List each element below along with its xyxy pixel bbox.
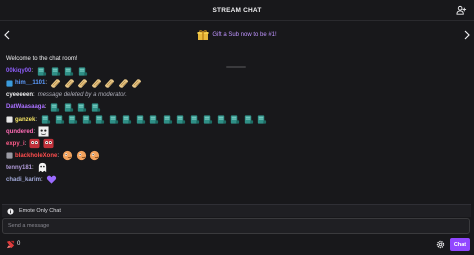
deleted-message-text: message deleted by a moderator. bbox=[37, 92, 127, 99]
chat-message: him__1101: bbox=[6, 77, 468, 89]
emote-only-text: Emote Only Chat bbox=[19, 208, 61, 214]
chat-title: STREAM CHAT bbox=[212, 6, 262, 14]
scroll-emote-icon[interactable] bbox=[49, 102, 60, 113]
chat-username[interactable]: DatWaasaaga bbox=[6, 104, 45, 110]
scroll-emote-icon[interactable] bbox=[162, 114, 173, 125]
scroll-emote-icon[interactable] bbox=[40, 114, 51, 125]
chat-username[interactable]: 00kiqy00 bbox=[6, 68, 31, 74]
ghost-emote-icon[interactable] bbox=[37, 162, 48, 173]
scroll-emote-icon[interactable] bbox=[63, 102, 74, 113]
scroll-emote-icon[interactable] bbox=[243, 114, 254, 125]
chat-username[interactable]: him__1101 bbox=[15, 80, 45, 86]
username-separator: : bbox=[32, 164, 34, 171]
bits-icon[interactable] bbox=[6, 240, 15, 249]
scroll-emote-icon[interactable] bbox=[148, 114, 159, 125]
chat-message: ganzek: bbox=[6, 113, 468, 125]
chat-message: 00kiqy00: bbox=[6, 65, 468, 77]
chat-header: STREAM CHAT bbox=[0, 0, 474, 21]
bread-emote-icon[interactable] bbox=[50, 78, 61, 89]
scroll-emote-icon[interactable] bbox=[135, 114, 146, 125]
bread-emote-icon[interactable] bbox=[64, 78, 75, 89]
username-separator: : bbox=[31, 68, 34, 75]
bread-emote-icon[interactable] bbox=[91, 78, 102, 89]
username-separator: : bbox=[57, 152, 60, 159]
scroll-emote-icon[interactable] bbox=[50, 66, 61, 77]
users-icon[interactable] bbox=[456, 5, 467, 16]
scroll-emote-icon[interactable] bbox=[121, 114, 132, 125]
blue-badge-icon[interactable] bbox=[6, 80, 13, 87]
chat-input-container[interactable] bbox=[2, 218, 470, 234]
username-separator: : bbox=[44, 104, 47, 111]
username-separator: : bbox=[45, 80, 48, 87]
gift-icon bbox=[197, 29, 209, 40]
chat-username[interactable]: tenny181 bbox=[6, 165, 32, 171]
username-separator: : bbox=[41, 176, 43, 183]
welcome-text: Welcome to the chat room! bbox=[6, 56, 78, 63]
chat-username[interactable]: expy_i bbox=[6, 141, 25, 147]
peek-emote-icon[interactable] bbox=[89, 150, 100, 161]
bread-emote-icon[interactable] bbox=[77, 78, 88, 89]
scroll-emote-icon[interactable] bbox=[108, 114, 119, 125]
peek-emote-icon[interactable] bbox=[62, 150, 73, 161]
gear-icon[interactable] bbox=[436, 240, 445, 249]
gift-sub-banner[interactable]: Gift a Sub now to be #1! bbox=[0, 22, 474, 68]
scroll-emote-icon[interactable] bbox=[63, 66, 74, 77]
white-badge-icon[interactable] bbox=[6, 116, 13, 123]
scroll-emote-icon[interactable] bbox=[36, 66, 47, 77]
bits-count: 0 bbox=[17, 241, 21, 247]
chat-message: tenny181: bbox=[6, 162, 468, 174]
username-separator: : bbox=[35, 116, 38, 123]
scroll-emote-icon[interactable] bbox=[189, 114, 200, 125]
bread-emote-icon[interactable] bbox=[118, 78, 129, 89]
scroll-emote-icon[interactable] bbox=[256, 114, 267, 125]
chevron-right-icon[interactable] bbox=[463, 30, 471, 40]
chat-message: qundered: bbox=[6, 126, 468, 138]
gift-sub-text[interactable]: Gift a Sub now to be #1! bbox=[212, 32, 276, 38]
scroll-emote-icon[interactable] bbox=[90, 102, 101, 113]
peek-emote-icon[interactable] bbox=[76, 150, 87, 161]
mask-emote-icon[interactable] bbox=[43, 138, 54, 149]
info-icon bbox=[7, 207, 14, 215]
scroll-emote-icon[interactable] bbox=[202, 114, 213, 125]
username-separator: : bbox=[33, 92, 35, 99]
scroll-emote-icon[interactable] bbox=[81, 114, 92, 125]
chat-input[interactable] bbox=[8, 223, 469, 229]
chat-username[interactable]: blackholeXone bbox=[15, 153, 57, 159]
scroll-emote-icon[interactable] bbox=[54, 114, 65, 125]
scroll-emote-icon[interactable] bbox=[94, 114, 105, 125]
bread-emote-icon[interactable] bbox=[131, 78, 142, 89]
scroll-emote-icon[interactable] bbox=[175, 114, 186, 125]
username-separator: : bbox=[24, 140, 27, 147]
scroll-emote-icon[interactable] bbox=[67, 114, 78, 125]
emote-only-notice: Emote Only Chat bbox=[2, 204, 471, 217]
chat-message: chadi_karim: bbox=[6, 174, 468, 186]
heart-emote-icon[interactable] bbox=[46, 174, 57, 185]
mask-emote-icon[interactable] bbox=[29, 138, 40, 149]
welcome-message: Welcome to the chat room! bbox=[6, 53, 468, 65]
username-separator: : bbox=[33, 128, 36, 135]
scroll-emote-icon[interactable] bbox=[216, 114, 227, 125]
chat-username[interactable]: qundered bbox=[6, 129, 33, 135]
chat-message: cyeeeeen: message deleted by a moderator. bbox=[6, 89, 468, 101]
chat-message: expy_i: bbox=[6, 138, 468, 150]
chevron-left-icon[interactable] bbox=[3, 30, 11, 40]
chat-message: blackholeXone: bbox=[6, 150, 468, 162]
chat-username[interactable]: chadi_karim bbox=[6, 177, 41, 183]
chat-send-button[interactable]: Chat bbox=[450, 238, 470, 251]
chat-message-list: Welcome to the chat room! 00kiqy00: him__… bbox=[6, 53, 468, 205]
gray-badge-icon[interactable] bbox=[6, 152, 13, 159]
scroll-emote-icon[interactable] bbox=[77, 66, 88, 77]
scroll-emote-icon[interactable] bbox=[76, 102, 87, 113]
chat-username[interactable]: cyeeeeen bbox=[6, 92, 33, 98]
chat-footer: 0 Chat bbox=[0, 238, 474, 252]
bread-emote-icon[interactable] bbox=[104, 78, 115, 89]
chat-username[interactable]: ganzek bbox=[15, 117, 35, 123]
face-emote-icon[interactable] bbox=[38, 126, 49, 137]
scroll-emote-icon[interactable] bbox=[229, 114, 240, 125]
chat-message: DatWaasaaga: bbox=[6, 101, 468, 113]
